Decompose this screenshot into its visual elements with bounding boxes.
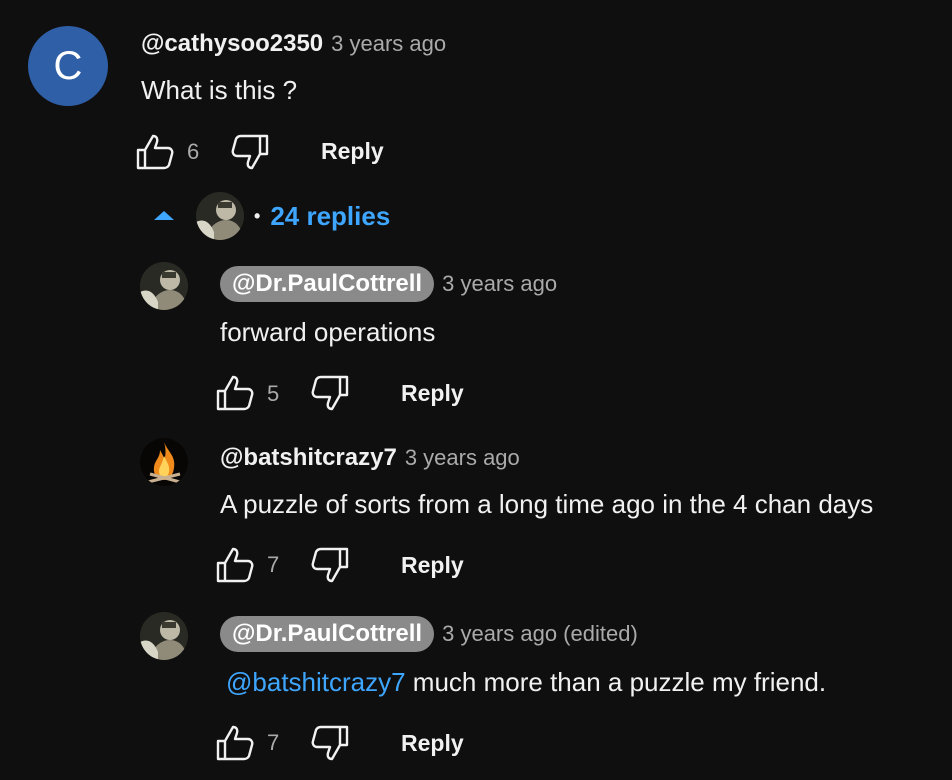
reply-text: @batshitcrazy7 much more than a puzzle m… [226,667,826,698]
dislike-button[interactable] [311,547,349,583]
reply-header: @Dr.PaulCottrell 3 years ago [220,266,557,302]
reply-button[interactable]: Reply [401,380,464,407]
thumbs-up-icon [136,134,174,170]
caret-up-icon [154,211,174,220]
replier-avatar [196,192,244,240]
reply-button[interactable]: Reply [401,730,464,757]
fire-avatar [140,438,188,486]
like-count: 5 [267,381,280,406]
thumbs-down-icon [231,134,269,170]
like-count: 7 [267,552,280,577]
thumbs-down-icon [311,547,349,583]
reply-time[interactable]: 3 years ago (edited) [442,621,638,647]
thumbs-up-icon [216,375,254,411]
dislike-button[interactable] [311,375,349,411]
replies-toggle[interactable]: • 24 replies [150,192,390,240]
replies-count: 24 replies [270,200,391,231]
thumbs-up-icon [216,547,254,583]
author-pill[interactable]: @Dr.PaulCottrell [220,616,435,652]
reply-text: A puzzle of sorts from a long time ago i… [220,489,874,519]
comment-time[interactable]: 3 years ago [331,31,446,57]
mention-link[interactable]: @batshitcrazy7 [226,667,406,697]
like-count: 6 [187,139,200,164]
like-button[interactable] [216,375,254,411]
reply-button[interactable]: Reply [401,552,464,579]
comment-header: @cathysoo2350 3 years ago [141,30,446,58]
reply-time[interactable]: 3 years ago [442,271,557,297]
like-button[interactable] [136,134,174,170]
profile-photo-avatar [140,612,188,660]
comment-author[interactable]: @cathysoo2350 [141,30,323,58]
thumbs-down-icon [311,725,349,761]
reply-button[interactable]: Reply [321,138,384,165]
reply-text: forward operations [220,317,436,347]
reply-author[interactable]: @batshitcrazy7 [220,444,397,472]
reply-header: @batshitcrazy7 3 years ago [220,444,520,472]
profile-photo-avatar [196,192,244,240]
dislike-button[interactable] [231,134,269,170]
reply-header: @Dr.PaulCottrell 3 years ago (edited) [220,616,638,652]
profile-photo-avatar [140,262,188,310]
thumbs-down-icon [311,375,349,411]
like-button[interactable] [216,725,254,761]
avatar[interactable] [140,262,188,310]
avatar[interactable] [140,438,188,486]
replies-bullet: • [254,205,261,226]
avatar[interactable]: C [28,26,108,106]
thumbs-up-icon [216,725,254,761]
author-pill[interactable]: @Dr.PaulCottrell [220,266,435,302]
avatar-letter: C [53,43,83,88]
dislike-button[interactable] [311,725,349,761]
comment-text: What is this ? [141,75,298,105]
avatar[interactable] [140,612,188,660]
reply-text-content: much more than a puzzle my friend. [405,667,827,697]
like-count: 7 [267,730,280,755]
reply-time[interactable]: 3 years ago [405,445,520,471]
like-button[interactable] [216,547,254,583]
